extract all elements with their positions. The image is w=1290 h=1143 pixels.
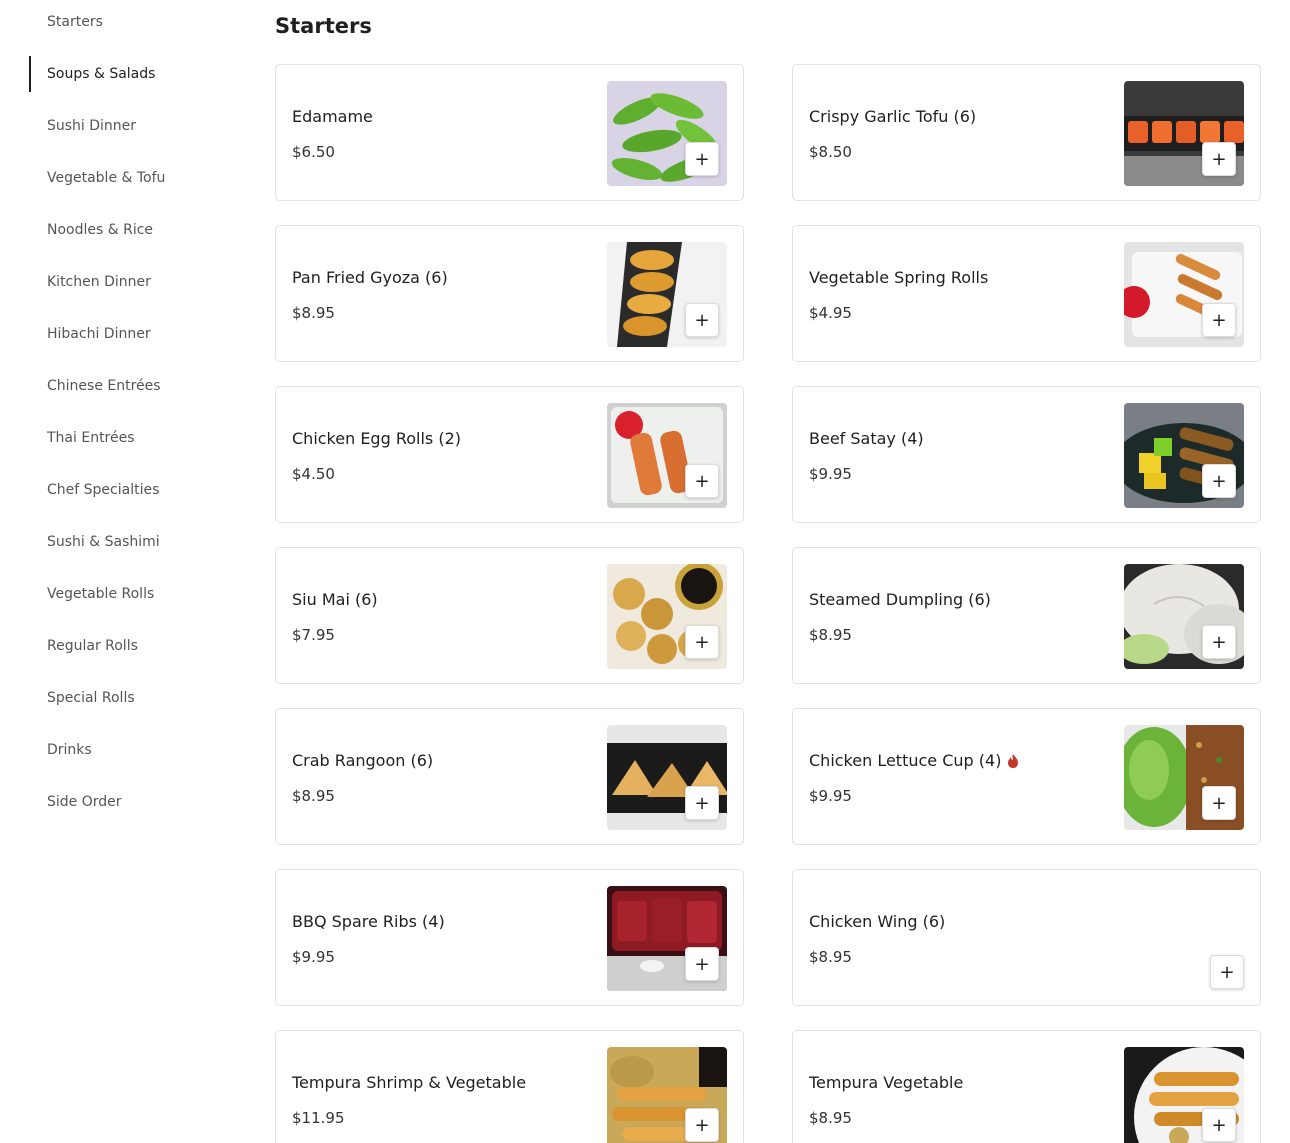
sidebar-item-noodles-rice[interactable]: Noodles & Rice	[29, 212, 229, 248]
sidebar-item-side-order[interactable]: Side Order	[29, 784, 229, 820]
menu-item-card-tempura-shrimp-vegetable[interactable]: Tempura Shrimp & Vegetable $11.95 +	[275, 1030, 744, 1143]
sidebar-item-sushi-sashimi[interactable]: Sushi & Sashimi	[29, 524, 229, 560]
item-name: Tempura Vegetable	[809, 1073, 964, 1092]
item-name: Vegetable Spring Rolls	[809, 268, 989, 287]
item-price: $9.95	[809, 465, 852, 483]
menu-item-card-crab-rangoon[interactable]: Crab Rangoon (6) $8.95 +	[275, 708, 744, 845]
add-to-cart-button[interactable]: +	[685, 1108, 719, 1142]
item-price: $4.50	[292, 465, 335, 483]
menu-item-card-edamame[interactable]: Edamame $6.50 +	[275, 64, 744, 201]
item-name: Beef Satay (4)	[809, 429, 924, 448]
menu-item-card-crispy-garlic-tofu[interactable]: Crispy Garlic Tofu (6) $8.50 +	[792, 64, 1261, 201]
menu-item-card-siu-mai[interactable]: Siu Mai (6) $7.95 +	[275, 547, 744, 684]
add-to-cart-button[interactable]: +	[1202, 625, 1236, 659]
add-to-cart-button[interactable]: +	[1202, 464, 1236, 498]
add-to-cart-button[interactable]: +	[685, 625, 719, 659]
item-price: $4.95	[809, 304, 852, 322]
item-price: $8.95	[809, 948, 852, 966]
item-name: Steamed Dumpling (6)	[809, 590, 991, 609]
item-name: Crispy Garlic Tofu (6)	[809, 107, 977, 126]
sidebar-item-chef-specialties[interactable]: Chef Specialties	[29, 472, 229, 508]
section-title: Starters	[275, 14, 372, 38]
add-to-cart-button[interactable]: +	[1202, 303, 1236, 337]
sidebar-item-thai-entrees[interactable]: Thai Entrées	[29, 420, 229, 456]
add-to-cart-button[interactable]: +	[1202, 1108, 1236, 1142]
menu-item-card-chicken-lettuce-cup[interactable]: Chicken Lettuce Cup (4) $9.95 +	[792, 708, 1261, 845]
add-to-cart-button[interactable]: +	[685, 947, 719, 981]
sidebar-item-special-rolls[interactable]: Special Rolls	[29, 680, 229, 716]
add-to-cart-button[interactable]: +	[1210, 955, 1244, 989]
add-to-cart-button[interactable]: +	[1202, 142, 1236, 176]
add-to-cart-button[interactable]: +	[685, 464, 719, 498]
menu-item-card-tempura-vegetable[interactable]: Tempura Vegetable $8.95 +	[792, 1030, 1261, 1143]
sidebar-item-regular-rolls[interactable]: Regular Rolls	[29, 628, 229, 664]
item-price: $9.95	[809, 787, 852, 805]
sidebar-item-sushi-dinner[interactable]: Sushi Dinner	[29, 108, 229, 144]
item-price: $8.50	[809, 143, 852, 161]
item-price: $8.95	[809, 1109, 852, 1127]
item-price: $8.95	[292, 787, 335, 805]
item-price: $8.95	[809, 626, 852, 644]
item-name: Chicken Wing (6)	[809, 912, 946, 931]
sidebar-item-soups-salads[interactable]: Soups & Salads	[29, 56, 229, 92]
item-name: Pan Fried Gyoza (6)	[292, 268, 448, 287]
item-name: Crab Rangoon (6)	[292, 751, 434, 770]
sidebar-item-vegetable-rolls[interactable]: Vegetable Rolls	[29, 576, 229, 612]
menu-item-card-beef-satay[interactable]: Beef Satay (4) $9.95 +	[792, 386, 1261, 523]
sidebar-item-vegetable-tofu[interactable]: Vegetable & Tofu	[29, 160, 229, 196]
sidebar-item-hibachi-dinner[interactable]: Hibachi Dinner	[29, 316, 229, 352]
menu-item-card-steamed-dumpling[interactable]: Steamed Dumpling (6) $8.95 +	[792, 547, 1261, 684]
sidebar-item-kitchen-dinner[interactable]: Kitchen Dinner	[29, 264, 229, 300]
item-price: $7.95	[292, 626, 335, 644]
item-price: $9.95	[292, 948, 335, 966]
item-name: BBQ Spare Ribs (4)	[292, 912, 445, 931]
item-price: $6.50	[292, 143, 335, 161]
sidebar-item-drinks[interactable]: Drinks	[29, 732, 229, 768]
item-price: $11.95	[292, 1109, 345, 1127]
add-to-cart-button[interactable]: +	[685, 142, 719, 176]
menu-item-card-pan-fried-gyoza[interactable]: Pan Fried Gyoza (6) $8.95 +	[275, 225, 744, 362]
spicy-icon	[1008, 753, 1019, 768]
menu-item-card-vegetable-spring-rolls[interactable]: Vegetable Spring Rolls $4.95 +	[792, 225, 1261, 362]
add-to-cart-button[interactable]: +	[685, 303, 719, 337]
add-to-cart-button[interactable]: +	[685, 786, 719, 820]
menu-item-card-chicken-wing[interactable]: Chicken Wing (6) $8.95 +	[792, 869, 1261, 1006]
item-name: Edamame	[292, 107, 373, 126]
add-to-cart-button[interactable]: +	[1202, 786, 1236, 820]
sidebar-item-starters[interactable]: Starters	[29, 4, 229, 40]
category-sidebar: Starters Soups & Salads Sushi Dinner Veg…	[0, 0, 230, 1143]
item-price: $8.95	[292, 304, 335, 322]
item-name: Siu Mai (6)	[292, 590, 378, 609]
item-name: Tempura Shrimp & Vegetable	[292, 1073, 527, 1092]
menu-item-card-chicken-egg-rolls[interactable]: Chicken Egg Rolls (2) $4.50 +	[275, 386, 744, 523]
item-name: Chicken Lettuce Cup (4)	[809, 751, 1019, 770]
menu-item-card-bbq-spare-ribs[interactable]: BBQ Spare Ribs (4) $9.95 +	[275, 869, 744, 1006]
item-name: Chicken Egg Rolls (2)	[292, 429, 461, 448]
sidebar-item-chinese-entrees[interactable]: Chinese Entrées	[29, 368, 229, 404]
